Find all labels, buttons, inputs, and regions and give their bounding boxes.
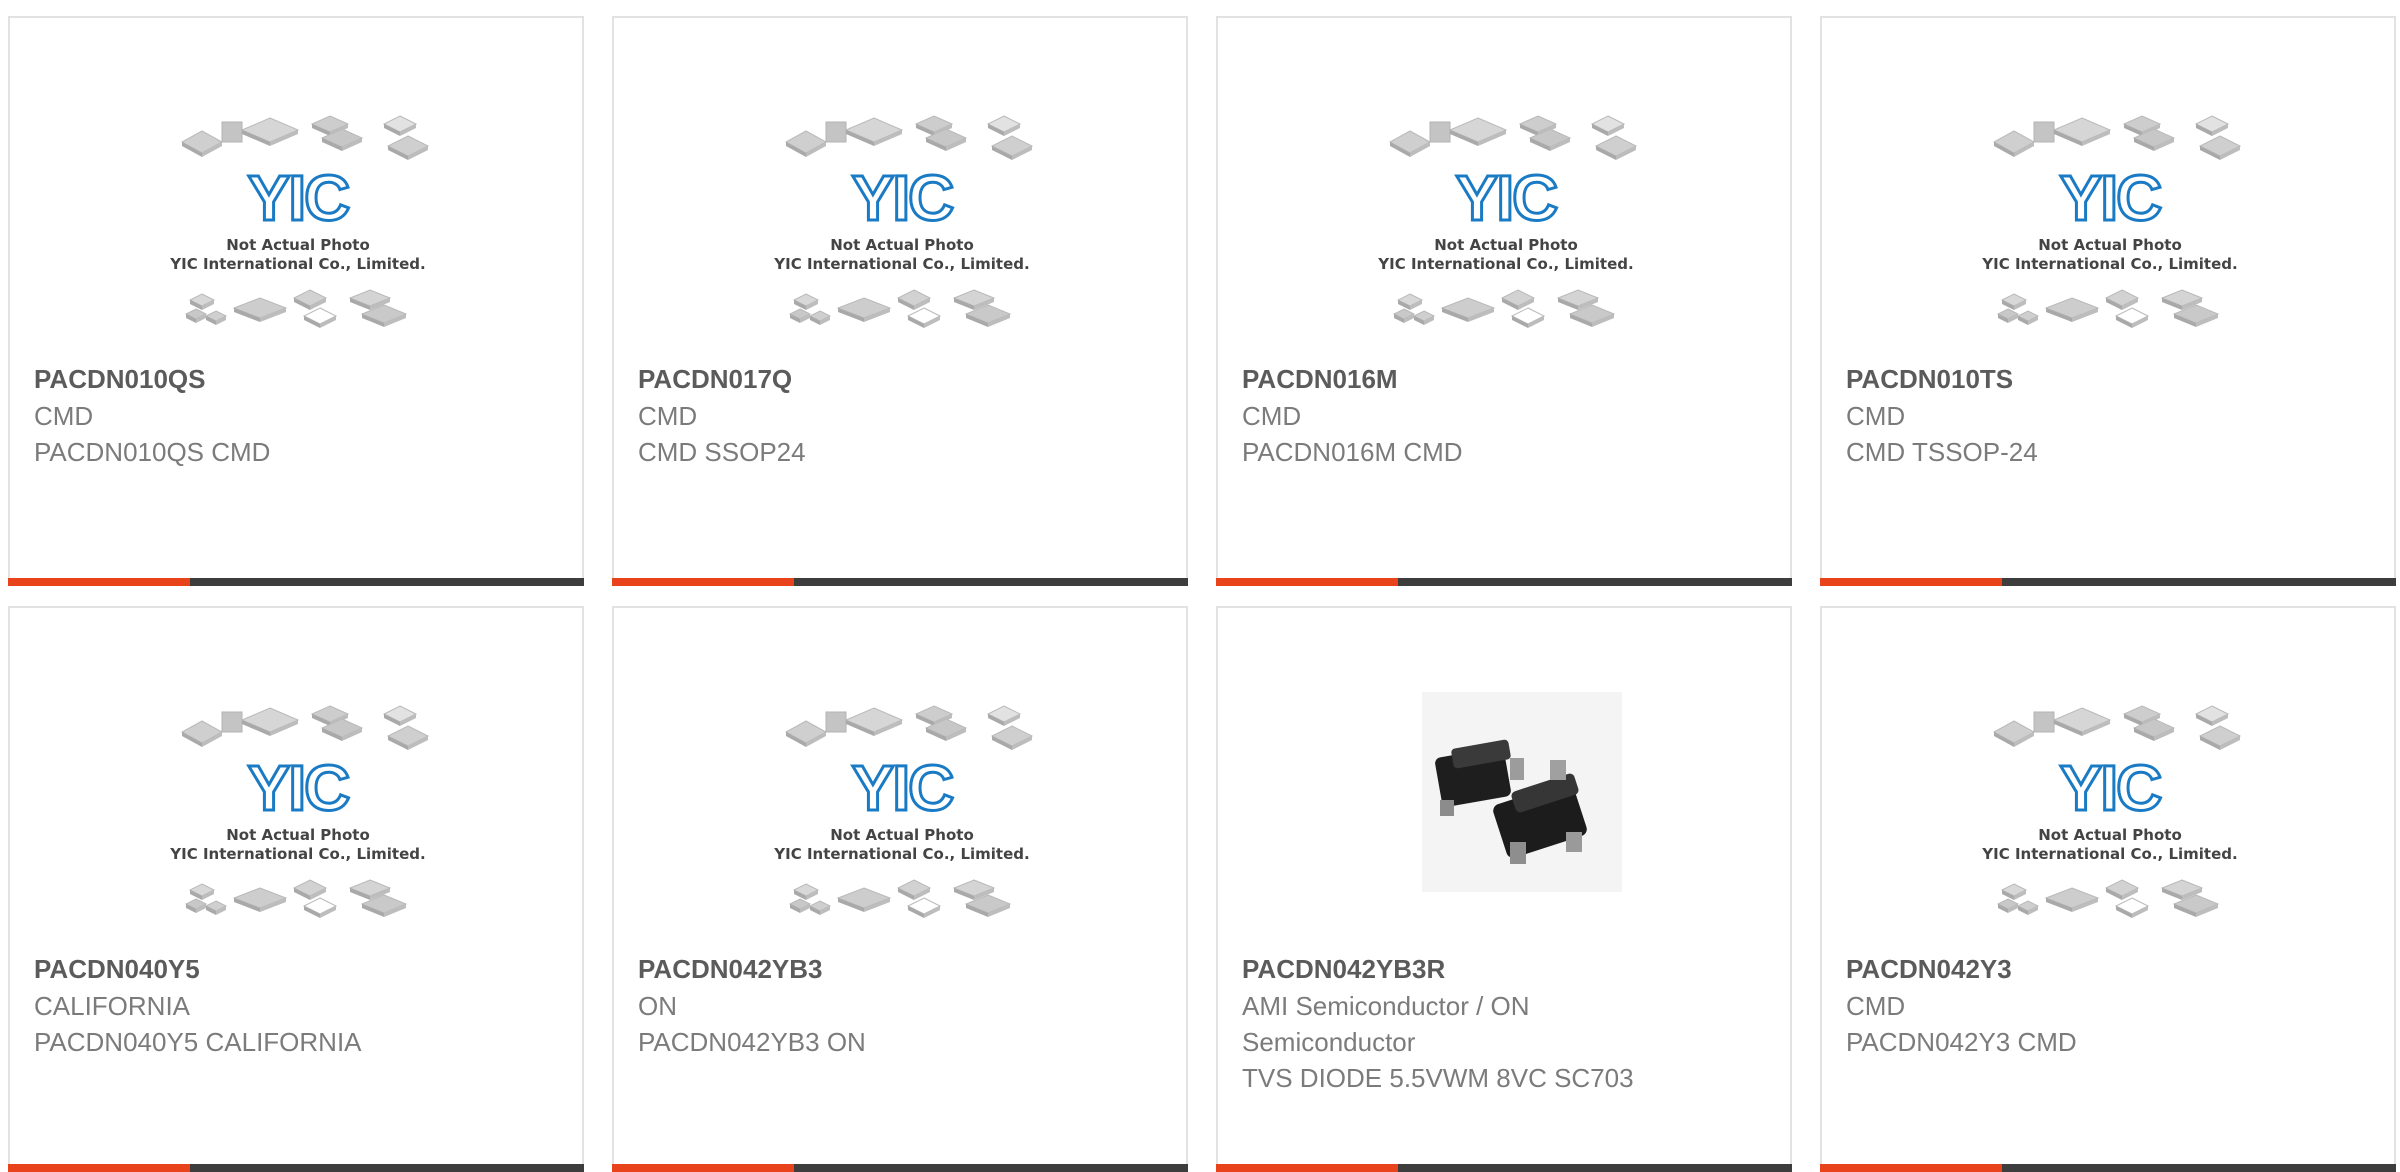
manufacturer: CMD <box>638 401 698 431</box>
manufacturer: CMD <box>1846 991 1906 1021</box>
part-number[interactable]: PACDN042Y3 <box>1846 952 2012 986</box>
manufacturer: ON <box>638 991 677 1021</box>
card-accent <box>1820 1164 2002 1172</box>
product-card[interactable]: YIC Not Actual Photo YIC International Co.… <box>1216 16 1792 586</box>
description: TVS DIODE 5.5VWM 8VC SC703 <box>1242 1063 1634 1093</box>
not-actual-photo-placeholder: YIC Not Actual PhotoYIC International Co.… <box>773 705 1034 918</box>
description: PACDN016M CMD <box>1242 437 1463 467</box>
manufacturer: CMD <box>1846 401 1906 431</box>
part-number[interactable]: PACDN040Y5 <box>34 952 200 986</box>
description: PACDN042YB3 ON <box>638 1027 866 1057</box>
placeholder-line2: YIC International Co., Limited. <box>169 845 425 863</box>
placeholder-line1: Not Actual Photo <box>226 826 370 844</box>
product-image[interactable] <box>1370 692 1642 932</box>
product-image[interactable]: YIC Not Actual Photo YIC International Co.… <box>1974 102 2246 342</box>
description: PACDN040Y5 CALIFORNIA <box>34 1027 362 1057</box>
product-card[interactable]: YIC Not Actual Photo YIC International Co.… <box>8 16 584 586</box>
manufacturer: CMD <box>34 401 94 431</box>
card-bottom-bar <box>8 578 584 586</box>
yic-logo: YIC <box>2060 162 2161 234</box>
product-card[interactable]: YIC Not Actual Photo YIC International Co.… <box>8 606 584 1172</box>
yic-logo: YIC <box>852 162 953 234</box>
yic-logo: YIC <box>852 752 953 824</box>
sot23-package-photo <box>1422 692 1622 892</box>
card-bottom-bar <box>612 578 1188 586</box>
card-bottom-bar <box>8 1164 584 1172</box>
part-number[interactable]: PACDN016M <box>1242 362 1398 396</box>
placeholder-line1: Not Actual Photo <box>2038 236 2182 254</box>
product-image[interactable]: YIC Not Actual Photo YIC International Co.… <box>1974 692 2246 932</box>
part-number[interactable]: PACDN010QS <box>34 362 205 396</box>
yic-logo: YIC <box>248 162 349 234</box>
description: CMD TSSOP-24 <box>1846 437 2038 467</box>
description: CMD SSOP24 <box>638 437 806 467</box>
placeholder-line2: YIC International Co., Limited. <box>1981 845 2237 863</box>
placeholder-line1: Not Actual Photo <box>2038 826 2182 844</box>
part-number[interactable]: PACDN042YB3R <box>1242 952 1445 986</box>
card-bottom-bar <box>1820 578 2396 586</box>
yic-logo: YIC <box>1456 162 1557 234</box>
product-card[interactable]: YIC Not Actual Photo YIC International Co.… <box>612 16 1188 586</box>
card-accent <box>8 578 190 586</box>
manufacturer: CALIFORNIA <box>34 991 191 1021</box>
placeholder-line1: Not Actual Photo <box>830 826 974 844</box>
description: PACDN042Y3 CMD <box>1846 1027 2077 1057</box>
product-grid: YIC Not Actual Photo YIC International Co.… <box>0 0 2400 1172</box>
description: PACDN010QS CMD <box>34 437 271 467</box>
manufacturer: CMD <box>1242 401 1302 431</box>
not-actual-photo-placeholder: YIC Not Actual PhotoYIC International Co.… <box>1981 705 2242 918</box>
card-accent <box>1820 578 2002 586</box>
placeholder-line2: YIC International Co., Limited. <box>1377 255 1633 273</box>
yic-logo: YIC <box>2060 752 2161 824</box>
product-image[interactable]: YIC Not Actual Photo YIC International Co.… <box>162 102 434 342</box>
not-actual-photo-placeholder: YIC Not Actual PhotoYIC International Co.… <box>1981 115 2242 328</box>
placeholder-line1: Not Actual Photo <box>1434 236 1578 254</box>
product-card[interactable]: YIC Not Actual Photo YIC International Co.… <box>612 606 1188 1172</box>
not-actual-photo-placeholder: YIC Not Actual PhotoYIC International Co.… <box>169 115 430 328</box>
placeholder-line1: Not Actual Photo <box>830 236 974 254</box>
card-accent <box>612 578 794 586</box>
card-bottom-bar <box>1216 1164 1792 1172</box>
placeholder-line1: Not Actual Photo <box>226 236 370 254</box>
card-bottom-bar <box>1216 578 1792 586</box>
product-image[interactable]: YIC Not Actual Photo YIC International Co.… <box>766 102 1038 342</box>
product-image[interactable]: YIC Not Actual Photo YIC International Co.… <box>1370 102 1642 342</box>
card-accent <box>1216 1164 1398 1172</box>
card-bottom-bar <box>612 1164 1188 1172</box>
card-accent <box>1216 578 1398 586</box>
card-accent <box>8 1164 190 1172</box>
part-number[interactable]: PACDN017Q <box>638 362 792 396</box>
not-actual-photo-placeholder: YIC Not Actual PhotoYIC International Co.… <box>169 705 430 918</box>
not-actual-photo-placeholder: YIC Not Actual PhotoYIC International Co.… <box>1377 115 1638 328</box>
card-accent <box>612 1164 794 1172</box>
placeholder-line2: YIC International Co., Limited. <box>773 255 1029 273</box>
product-card[interactable]: YIC Not Actual Photo YIC International Co.… <box>1820 606 2396 1172</box>
product-card[interactable]: YIC Not Actual Photo YIC International Co.… <box>1820 16 2396 586</box>
manufacturer: AMI Semiconductor / ON Semiconductor <box>1242 991 1530 1057</box>
not-actual-photo-placeholder: YIC Not Actual PhotoYIC International Co.… <box>773 115 1034 328</box>
yic-logo: YIC <box>248 752 349 824</box>
part-number[interactable]: PACDN010TS <box>1846 362 2013 396</box>
product-card[interactable]: PACDN042YB3R AMI Semiconductor / ON Semi… <box>1216 606 1792 1172</box>
placeholder-line2: YIC International Co., Limited. <box>1981 255 2237 273</box>
card-bottom-bar <box>1820 1164 2396 1172</box>
product-image[interactable]: YIC Not Actual Photo YIC International Co.… <box>766 692 1038 932</box>
part-number[interactable]: PACDN042YB3 <box>638 952 822 986</box>
placeholder-line2: YIC International Co., Limited. <box>169 255 425 273</box>
placeholder-line2: YIC International Co., Limited. <box>773 845 1029 863</box>
product-image[interactable]: YIC Not Actual Photo YIC International Co.… <box>162 692 434 932</box>
